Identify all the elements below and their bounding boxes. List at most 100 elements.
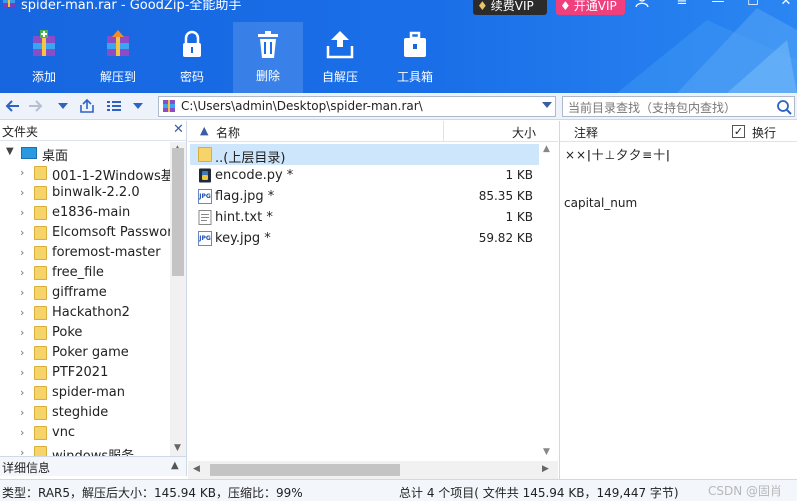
total-items-text: 总计 4 个项目( 文件共 145.94 KB，149,447 字节) (399, 486, 679, 500)
chevron-right-icon[interactable]: › (20, 246, 24, 259)
chevron-right-icon[interactable]: › (20, 366, 24, 379)
chevron-right-icon[interactable]: › (20, 306, 24, 319)
file-row[interactable]: JPG key.jpg * 59.82 KB (190, 228, 539, 249)
chevron-right-icon[interactable]: › (20, 286, 24, 299)
chevron-right-icon[interactable]: › (20, 326, 24, 339)
open-vip-label: 开通VIP (573, 0, 617, 13)
search-placeholder: 当前目录查找（支持包内查找） (568, 101, 737, 115)
tree-item-desktop[interactable]: ▼ 桌面 (0, 143, 170, 164)
search-input[interactable]: 当前目录查找（支持包内查找） (562, 96, 795, 117)
column-header-size[interactable]: 大小 (512, 124, 536, 141)
tree-item[interactable]: › windows服务 (0, 443, 170, 456)
history-dropdown-icon[interactable] (55, 98, 71, 114)
top-toolbar: spider-man.rar - GoodZip-全能助手 ♦ 续费VIP ♦ … (0, 0, 797, 93)
tree-item[interactable]: › Poke (0, 323, 170, 343)
tree-item[interactable]: › free_file (0, 263, 170, 283)
view-dropdown-icon[interactable] (130, 98, 146, 114)
up-folder-icon[interactable] (79, 98, 95, 114)
chevron-right-icon[interactable]: › (20, 206, 24, 219)
tree-item-label: Elcomsoft Password (52, 225, 181, 240)
list-view-icon[interactable] (106, 98, 122, 114)
scroll-up-icon[interactable]: ▲ (543, 144, 550, 154)
tree-item[interactable]: › vnc (0, 423, 170, 443)
back-arrow-icon[interactable] (4, 98, 20, 114)
self-extract-button[interactable]: 自解压 (305, 30, 375, 90)
trash-icon (258, 31, 278, 58)
file-row[interactable]: hint.txt * 1 KB (190, 207, 539, 228)
toolbox-button[interactable]: 工具箱 (380, 30, 450, 90)
scroll-down-icon[interactable]: ▼ (543, 447, 550, 457)
sort-ascending-icon[interactable]: ▲ (200, 124, 208, 137)
file-list-hscrollbar[interactable]: ◀ ▶ (188, 461, 558, 479)
file-name: flag.jpg * (215, 189, 275, 204)
extract-to-button[interactable]: 解压到 (83, 30, 153, 90)
forward-arrow-icon[interactable] (28, 98, 44, 114)
tree-item[interactable]: › steghide (0, 403, 170, 423)
menu-icon[interactable]: ≡ (670, 0, 694, 9)
tree-item-label: 桌面 (42, 149, 69, 164)
tree-item[interactable]: › Elcomsoft Password (0, 223, 181, 243)
scroll-thumb[interactable] (210, 464, 400, 476)
scroll-down-icon[interactable]: ▼ (174, 443, 181, 453)
file-list: ▲ 名称 大小 ..(上层目录) encode.py * 1 KB JPG flag.j… (188, 121, 558, 479)
folder-icon (34, 186, 47, 200)
add-button[interactable]: 添加 (9, 30, 79, 90)
text-file-icon (198, 210, 212, 225)
details-panel[interactable]: 详细信息 ▲ (0, 456, 187, 476)
tree-scrollbar[interactable]: ▲ ▼ (170, 142, 186, 456)
add-label: 添加 (31, 70, 56, 84)
diamond-icon: ♦ (477, 0, 488, 13)
wrap-checkbox[interactable]: ✓ (732, 125, 745, 138)
tree-item[interactable]: › Poker game (0, 343, 170, 363)
file-row[interactable]: JPG flag.jpg * 85.35 KB (190, 186, 539, 207)
open-vip-button[interactable]: ♦ 开通VIP (556, 0, 625, 15)
rar-archive-icon (163, 100, 175, 112)
chevron-right-icon[interactable]: › (20, 166, 24, 179)
password-button[interactable]: 密码 (157, 30, 227, 90)
scroll-thumb[interactable] (172, 148, 184, 276)
file-row[interactable]: encode.py * 1 KB (190, 165, 539, 186)
maximize-icon[interactable]: ☐ (741, 0, 765, 9)
path-dropdown-icon[interactable] (542, 102, 552, 108)
status-bar: 类型：RAR5，解压后大小：145.94 KB，压缩比：99% 总计 4 个项目… (0, 479, 797, 501)
details-title: 详细信息 (2, 461, 51, 475)
tree-item[interactable]: › e1836-main (0, 203, 170, 223)
tree-item[interactable]: › Hackathon2 (0, 303, 170, 323)
file-size: 59.82 KB (478, 231, 533, 245)
tree-item[interactable]: › foremost-master (0, 243, 170, 263)
minimize-icon[interactable]: — (706, 0, 730, 9)
close-icon[interactable]: ✕ (774, 0, 797, 9)
tree-item[interactable]: › PTF2021 (0, 363, 170, 383)
column-divider[interactable] (443, 121, 444, 142)
scroll-right-icon[interactable]: ▶ (542, 464, 549, 474)
scroll-left-icon[interactable]: ◀ (193, 464, 200, 474)
chevron-right-icon[interactable]: › (20, 346, 24, 359)
user-icon[interactable] (630, 0, 654, 12)
close-icon[interactable]: ✕ (173, 122, 184, 137)
tree-item[interactable]: › binwalk-2.2.0 (0, 183, 170, 203)
chevron-right-icon[interactable]: › (20, 186, 24, 199)
tree-item[interactable]: › 001-1-2Windows基础 (0, 163, 186, 184)
chevron-right-icon[interactable]: › (20, 406, 24, 419)
file-list-vscrollbar[interactable]: ▲ ▼ (539, 142, 557, 460)
chevron-down-icon[interactable]: ▼ (6, 146, 14, 157)
path-field[interactable]: C:\Users\admin\Desktop\spider-man.rar\ (158, 96, 556, 117)
file-row[interactable]: ..(上层目录) (190, 144, 539, 166)
chevron-right-icon[interactable]: › (20, 266, 24, 279)
folder-panel-header: 文件夹 ✕ (0, 121, 186, 141)
renew-vip-button[interactable]: ♦ 续费VIP (473, 0, 547, 15)
tree-item-label: Poke (52, 325, 83, 340)
chevron-right-icon[interactable]: › (20, 386, 24, 399)
expand-up-icon[interactable]: ▲ (171, 460, 179, 471)
search-icon[interactable] (776, 99, 792, 115)
column-header-name[interactable]: 名称 (216, 124, 240, 141)
delete-button[interactable]: 删除 (233, 22, 303, 93)
comment-title: 注释 (574, 126, 599, 140)
chevron-right-icon[interactable]: › (20, 226, 24, 239)
tree-item-label: free_file (52, 265, 104, 280)
chevron-right-icon[interactable]: › (20, 426, 24, 439)
wrap-label[interactable]: 换行 (752, 124, 776, 141)
tree-item[interactable]: › gifframe (0, 283, 170, 303)
tree-item[interactable]: › spider-man (0, 383, 170, 403)
chevron-right-icon[interactable]: › (20, 446, 24, 456)
